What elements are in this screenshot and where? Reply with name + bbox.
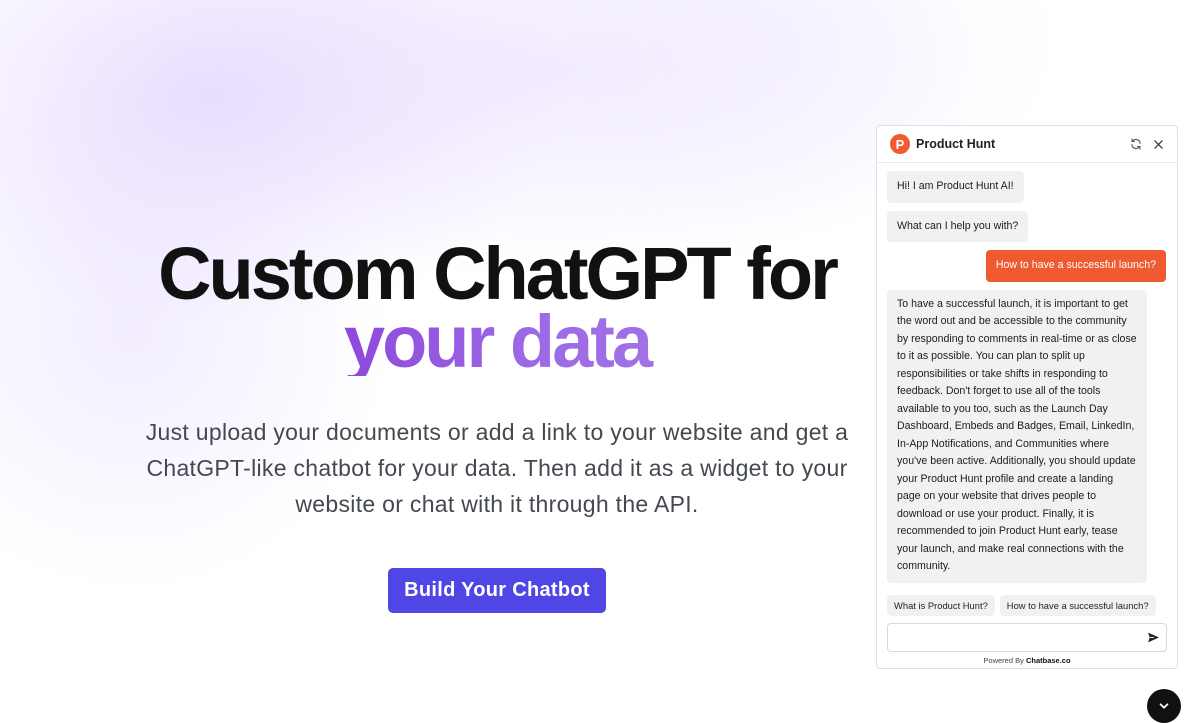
chat-widget: P Product Hunt Hi! I am Product Hunt AI!… <box>876 125 1178 669</box>
chat-input-row <box>887 623 1167 652</box>
product-hunt-logo-icon: P <box>890 134 910 154</box>
chevron-down-icon <box>1159 703 1169 709</box>
hero-title: Custom ChatGPT for your data <box>130 232 864 379</box>
message-list: Hi! I am Product Hunt AI! What can I hel… <box>887 171 1166 591</box>
powered-by-brand-link[interactable]: Chatbase.co <box>1026 656 1071 665</box>
close-icon[interactable] <box>1151 137 1165 151</box>
powered-by: Powered By Chatbase.co <box>877 656 1177 665</box>
build-chatbot-button[interactable]: Build Your Chatbot <box>388 568 606 613</box>
suggestion-chips: What is Product Hunt? How to have a succ… <box>887 595 1156 616</box>
bot-message: To have a successful launch, it is impor… <box>887 289 1147 583</box>
suggestion-chip[interactable]: What is Product Hunt? <box>887 595 995 616</box>
powered-by-prefix: Powered By <box>983 656 1024 665</box>
chat-header: P Product Hunt <box>877 126 1177 163</box>
hero-title-line-1: Custom ChatGPT for <box>158 232 839 315</box>
user-message: How to have a successful launch? <box>985 250 1166 282</box>
bot-message: What can I help you with? <box>887 210 1029 242</box>
chat-launcher-button[interactable] <box>1147 689 1181 723</box>
chat-message-input[interactable] <box>888 624 1140 651</box>
chat-title: Product Hunt <box>916 137 996 151</box>
suggestion-chip[interactable]: How to have a successful launch? <box>999 595 1156 616</box>
hero-subtitle: Just upload your documents or add a link… <box>145 419 849 517</box>
refresh-icon[interactable] <box>1129 137 1143 151</box>
hero-section: Custom ChatGPT for your data Just upload… <box>130 232 864 613</box>
bot-message: Hi! I am Product Hunt AI! <box>887 171 1024 203</box>
send-icon[interactable] <box>1140 625 1166 651</box>
hero-title-line-2: your data <box>130 305 864 379</box>
